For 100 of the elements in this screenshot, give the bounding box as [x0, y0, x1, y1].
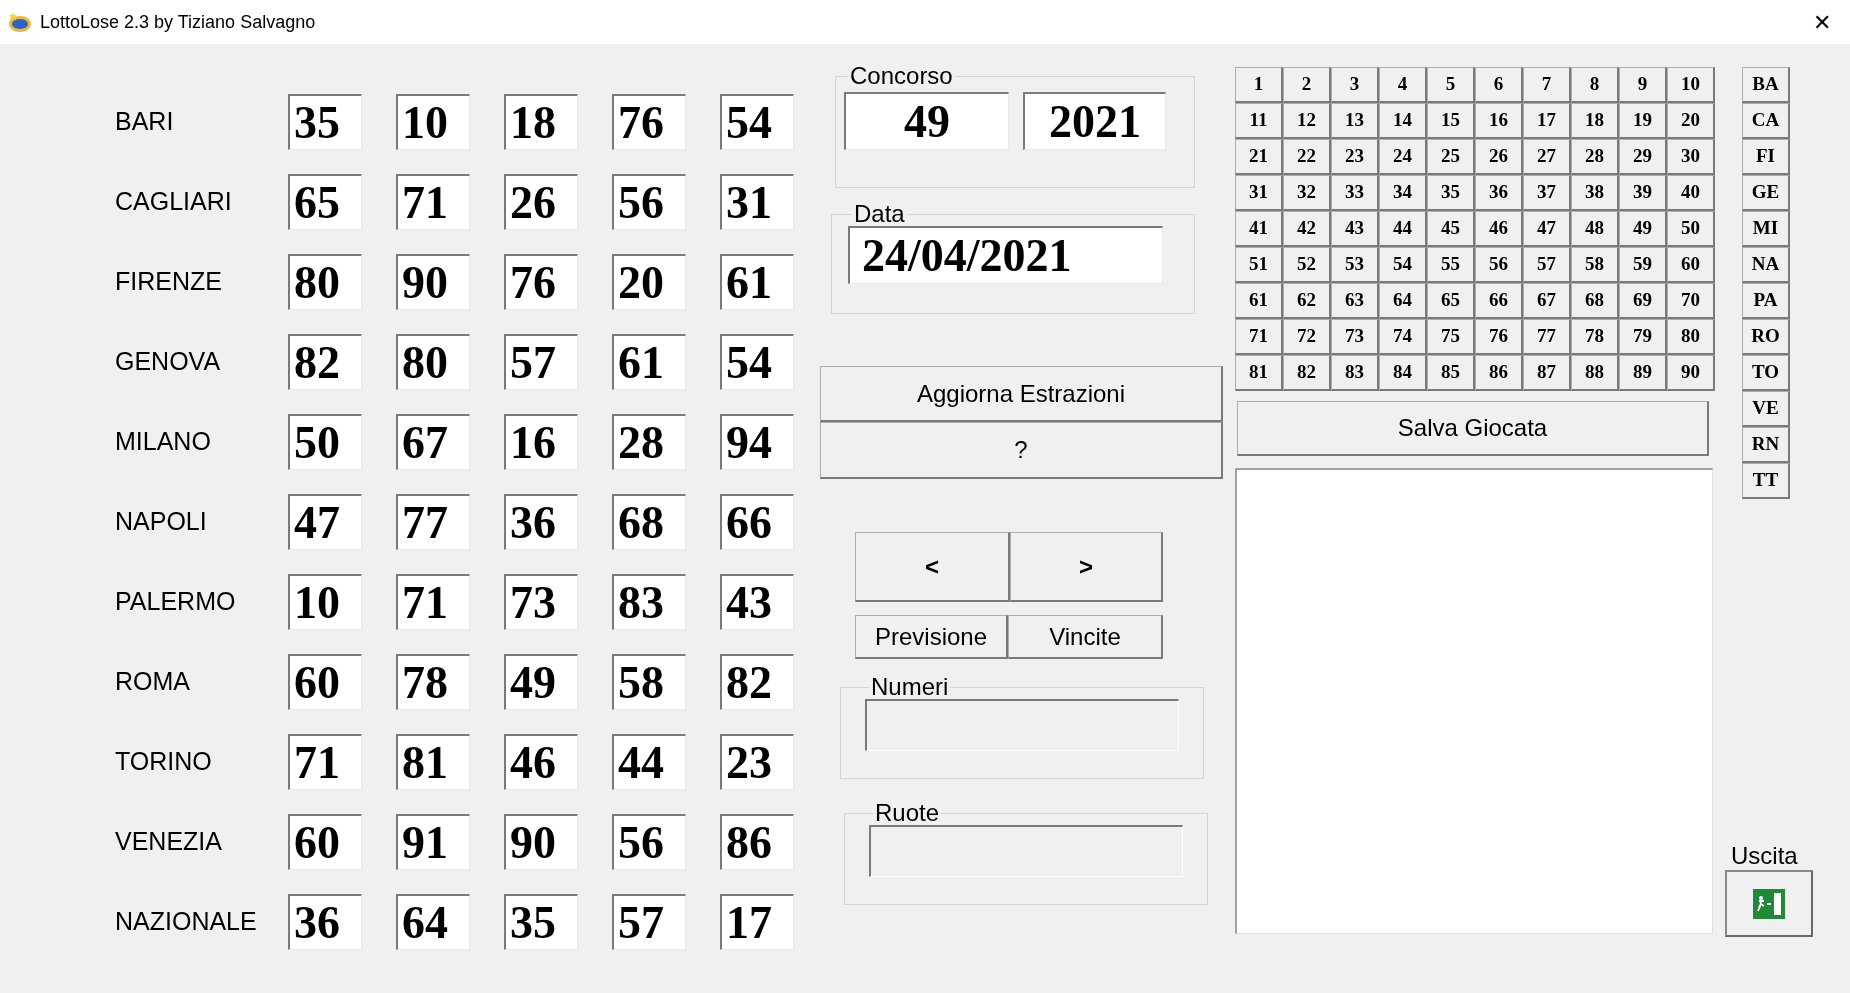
number-button[interactable]: 7 [1523, 67, 1571, 103]
wheel-button[interactable]: RN [1742, 427, 1790, 463]
number-button[interactable]: 50 [1667, 211, 1715, 247]
wheel-button[interactable]: FI [1742, 139, 1790, 175]
wheel-button[interactable]: GE [1742, 175, 1790, 211]
save-play-button[interactable]: Salva Giocata [1237, 401, 1709, 456]
number-button[interactable]: 82 [1283, 355, 1331, 391]
number-button[interactable]: 70 [1667, 283, 1715, 319]
number-button[interactable]: 51 [1235, 247, 1283, 283]
number-button[interactable]: 9 [1619, 67, 1667, 103]
number-button[interactable]: 10 [1667, 67, 1715, 103]
number-button[interactable]: 39 [1619, 175, 1667, 211]
number-button[interactable]: 31 [1235, 175, 1283, 211]
number-button[interactable]: 58 [1571, 247, 1619, 283]
number-button[interactable]: 80 [1667, 319, 1715, 355]
number-button[interactable]: 18 [1571, 103, 1619, 139]
number-button[interactable]: 44 [1379, 211, 1427, 247]
number-button[interactable]: 8 [1571, 67, 1619, 103]
wheel-button[interactable]: BA [1742, 67, 1790, 103]
wheel-button[interactable]: RO [1742, 319, 1790, 355]
contest-number-field[interactable]: 49 [844, 92, 1009, 150]
number-button[interactable]: 27 [1523, 139, 1571, 175]
tab[interactable]: Previsione [855, 615, 1008, 659]
number-button[interactable]: 43 [1331, 211, 1379, 247]
number-button[interactable]: 30 [1667, 139, 1715, 175]
number-button[interactable]: 29 [1619, 139, 1667, 175]
number-button[interactable]: 90 [1667, 355, 1715, 391]
number-button[interactable]: 3 [1331, 67, 1379, 103]
number-button[interactable]: 55 [1427, 247, 1475, 283]
wheel-button[interactable]: PA [1742, 283, 1790, 319]
number-button[interactable]: 69 [1619, 283, 1667, 319]
number-button[interactable]: 16 [1475, 103, 1523, 139]
wheel-button[interactable]: MI [1742, 211, 1790, 247]
contest-year-field[interactable]: 2021 [1023, 92, 1166, 150]
wheels-field[interactable] [869, 825, 1183, 877]
exit-button[interactable] [1725, 870, 1813, 937]
previous-button[interactable]: < [855, 532, 1010, 602]
help-button[interactable]: ? [820, 422, 1223, 479]
number-button[interactable]: 38 [1571, 175, 1619, 211]
wheel-button[interactable]: TT [1742, 463, 1790, 499]
number-button[interactable]: 48 [1571, 211, 1619, 247]
number-button[interactable]: 75 [1427, 319, 1475, 355]
number-button[interactable]: 41 [1235, 211, 1283, 247]
number-button[interactable]: 65 [1427, 283, 1475, 319]
number-button[interactable]: 85 [1427, 355, 1475, 391]
number-button[interactable]: 83 [1331, 355, 1379, 391]
number-button[interactable]: 67 [1523, 283, 1571, 319]
number-button[interactable]: 64 [1379, 283, 1427, 319]
number-button[interactable]: 87 [1523, 355, 1571, 391]
number-button[interactable]: 49 [1619, 211, 1667, 247]
number-button[interactable]: 52 [1283, 247, 1331, 283]
number-button[interactable]: 2 [1283, 67, 1331, 103]
number-button[interactable]: 15 [1427, 103, 1475, 139]
close-button[interactable]: ✕ [1802, 2, 1842, 42]
number-button[interactable]: 77 [1523, 319, 1571, 355]
wheel-button[interactable]: CA [1742, 103, 1790, 139]
number-button[interactable]: 36 [1475, 175, 1523, 211]
number-button[interactable]: 11 [1235, 103, 1283, 139]
number-button[interactable]: 72 [1283, 319, 1331, 355]
number-button[interactable]: 76 [1475, 319, 1523, 355]
number-button[interactable]: 28 [1571, 139, 1619, 175]
number-button[interactable]: 26 [1475, 139, 1523, 175]
number-button[interactable]: 73 [1331, 319, 1379, 355]
number-button[interactable]: 62 [1283, 283, 1331, 319]
number-button[interactable]: 46 [1475, 211, 1523, 247]
number-button[interactable]: 56 [1475, 247, 1523, 283]
number-button[interactable]: 57 [1523, 247, 1571, 283]
number-button[interactable]: 21 [1235, 139, 1283, 175]
number-button[interactable]: 61 [1235, 283, 1283, 319]
number-button[interactable]: 19 [1619, 103, 1667, 139]
number-button[interactable]: 78 [1571, 319, 1619, 355]
number-button[interactable]: 88 [1571, 355, 1619, 391]
number-button[interactable]: 34 [1379, 175, 1427, 211]
number-button[interactable]: 12 [1283, 103, 1331, 139]
number-button[interactable]: 1 [1235, 67, 1283, 103]
number-button[interactable]: 66 [1475, 283, 1523, 319]
number-button[interactable]: 89 [1619, 355, 1667, 391]
numbers-field[interactable] [865, 699, 1179, 751]
number-button[interactable]: 54 [1379, 247, 1427, 283]
number-button[interactable]: 47 [1523, 211, 1571, 247]
number-button[interactable]: 14 [1379, 103, 1427, 139]
number-button[interactable]: 17 [1523, 103, 1571, 139]
number-button[interactable]: 60 [1667, 247, 1715, 283]
next-button[interactable]: > [1010, 532, 1163, 602]
number-button[interactable]: 45 [1427, 211, 1475, 247]
number-button[interactable]: 40 [1667, 175, 1715, 211]
update-draws-button[interactable]: Aggiorna Estrazioni [820, 366, 1223, 422]
number-button[interactable]: 68 [1571, 283, 1619, 319]
tab[interactable]: Vincite [1008, 615, 1163, 659]
wheel-button[interactable]: TO [1742, 355, 1790, 391]
number-button[interactable]: 32 [1283, 175, 1331, 211]
number-button[interactable]: 25 [1427, 139, 1475, 175]
number-button[interactable]: 79 [1619, 319, 1667, 355]
number-button[interactable]: 42 [1283, 211, 1331, 247]
number-button[interactable]: 23 [1331, 139, 1379, 175]
number-button[interactable]: 86 [1475, 355, 1523, 391]
number-button[interactable]: 63 [1331, 283, 1379, 319]
number-button[interactable]: 22 [1283, 139, 1331, 175]
number-button[interactable]: 33 [1331, 175, 1379, 211]
date-field[interactable]: 24/04/2021 [848, 226, 1163, 284]
